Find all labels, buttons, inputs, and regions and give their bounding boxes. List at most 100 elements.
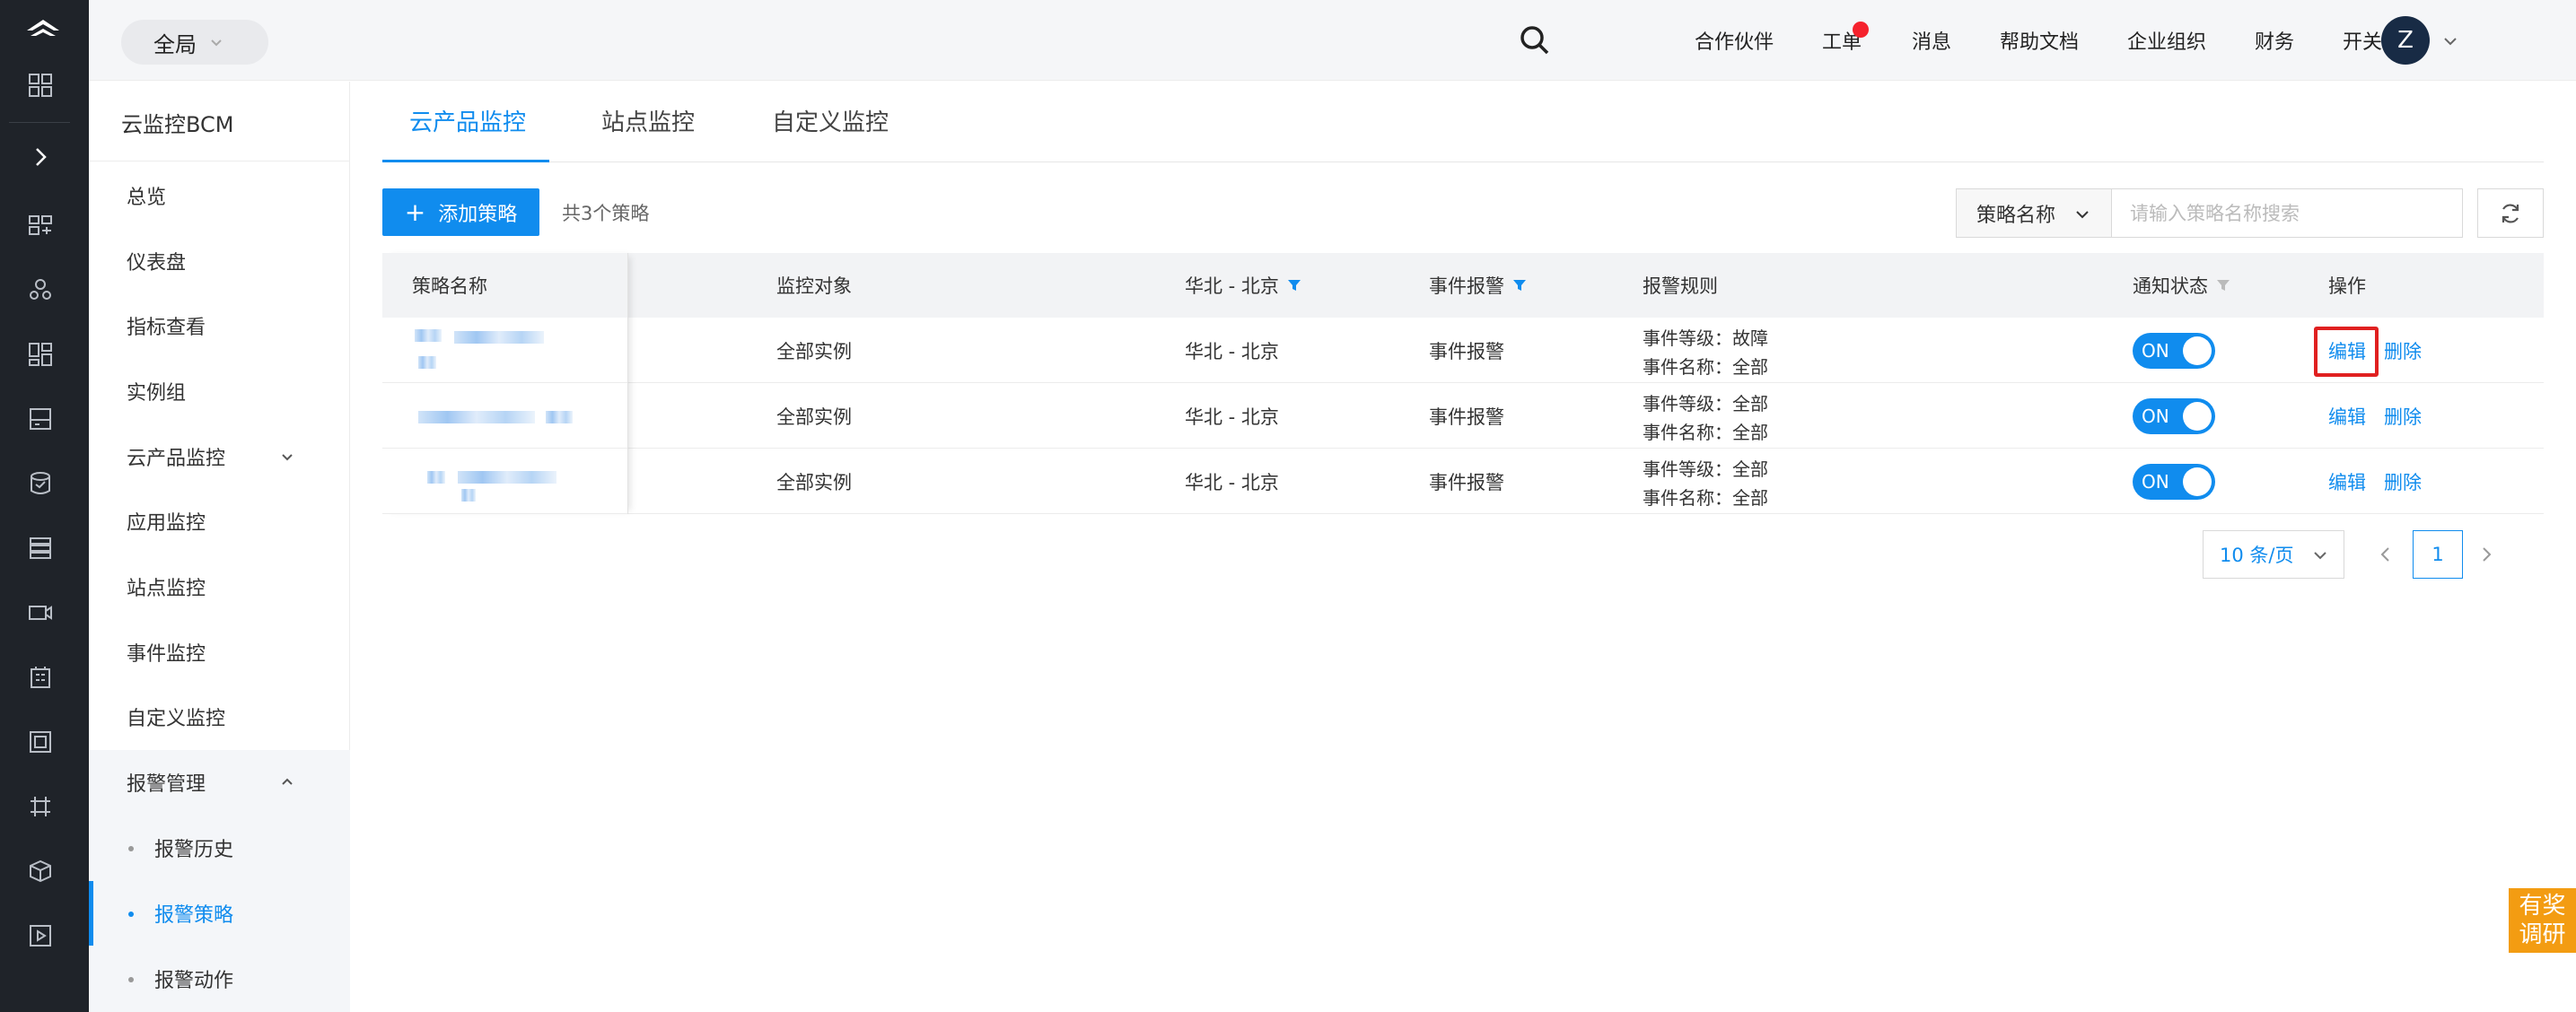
rule-name: 事件名称：全部 [1643, 422, 1768, 443]
col-alarm-type[interactable]: 事件报警 [1429, 253, 1528, 318]
edit-link[interactable]: 编辑 [2328, 384, 2366, 449]
box-icon[interactable] [27, 858, 54, 885]
col-region[interactable]: 华北 - 北京 [1185, 253, 1302, 318]
col-actions: 操作 [2328, 275, 2366, 297]
notify-toggle[interactable]: ON [2133, 333, 2215, 369]
nav-partners[interactable]: 合作伙伴 [1695, 0, 1774, 81]
nav-organization[interactable]: 企业组织 [2127, 0, 2206, 81]
bullet-dot [128, 846, 134, 851]
col-notify-status[interactable]: 通知状态 [2133, 253, 2231, 318]
product-title: 云监控BCM [121, 112, 234, 137]
global-rail [0, 0, 89, 1012]
chevron-down-icon[interactable] [2441, 32, 2459, 50]
col-rule: 报警规则 [1643, 275, 1718, 297]
scope-selector[interactable]: 全局 [121, 20, 268, 65]
toggle-knob [2183, 402, 2212, 431]
sidebar-item-label: 报警管理 [127, 773, 206, 796]
sidebar-item-alarm-policy[interactable]: 报警策略 [89, 881, 350, 946]
toggle-knob [2183, 467, 2212, 496]
sidebar-item-label: 云产品监控 [127, 448, 226, 470]
select-value: 策略名称 [1976, 204, 2056, 227]
message-badge [1853, 22, 1869, 38]
delete-link[interactable]: 删除 [2384, 318, 2422, 383]
play-icon[interactable] [27, 922, 54, 949]
rule-level: 事件等级：全部 [1643, 458, 1768, 480]
chevron-left-icon[interactable] [2377, 544, 2395, 565]
network-icon[interactable] [27, 793, 54, 820]
tab-site-monitor[interactable]: 站点监控 [601, 104, 695, 137]
active-tab-indicator [382, 160, 549, 162]
survey-line-1: 有奖 [2519, 893, 2566, 920]
cell-target: 全部实例 [776, 472, 852, 493]
add-policy-button[interactable]: + 添加策略 [382, 188, 539, 236]
apps-grid-icon[interactable] [27, 72, 54, 99]
tab-custom-monitor[interactable]: 自定义监控 [772, 104, 889, 137]
cell-region: 华北 - 北京 [1185, 472, 1279, 493]
toggle-knob [2183, 336, 2212, 365]
rule-name: 事件名称：全部 [1643, 487, 1768, 509]
sidebar-item-alarm-history[interactable]: 报警历史 [89, 816, 350, 880]
sidebar-item-overview[interactable]: 总览 [89, 163, 350, 228]
monitor-icon[interactable] [27, 212, 54, 239]
rule-level: 事件等级：故障 [1643, 327, 1768, 349]
frame-icon[interactable] [27, 728, 54, 755]
rule-level: 事件等级：全部 [1643, 393, 1768, 414]
dashboard-icon[interactable] [27, 341, 54, 368]
survey-line-2: 调研 [2519, 921, 2566, 948]
nav-tickets[interactable]: 工单 [1822, 0, 1862, 81]
sidebar-item-custom-monitor[interactable]: 自定义监控 [89, 685, 350, 749]
refresh-icon [2502, 204, 2519, 222]
list-icon[interactable] [27, 535, 54, 562]
sidebar-item-label: 报警历史 [154, 839, 234, 861]
table-row: 全部实例 华北 - 北京 事件报警 事件等级：全部 事件名称：全部 ON 编辑 删… [382, 384, 2544, 449]
storage-icon[interactable] [27, 406, 54, 432]
filter-icon[interactable] [1511, 277, 1528, 293]
col-label: 通知状态 [2133, 275, 2208, 297]
video-icon[interactable] [27, 599, 54, 626]
nav-messages[interactable]: 消息 [1912, 0, 1951, 81]
page-number[interactable]: 1 [2413, 530, 2463, 579]
sidebar-item-metrics[interactable]: 指标查看 [89, 293, 350, 358]
sidebar-item-label: 报警策略 [154, 904, 234, 927]
expand-arrow-icon[interactable] [27, 144, 54, 170]
team-icon[interactable] [27, 276, 54, 303]
sidebar-item-cloud-product[interactable]: 云产品监控 [89, 424, 350, 489]
sidebar-item-instance-group[interactable]: 实例组 [89, 359, 350, 423]
sidebar-item-site-monitor[interactable]: 站点监控 [89, 554, 350, 619]
delete-link[interactable]: 删除 [2384, 449, 2422, 514]
delete-link[interactable]: 删除 [2384, 384, 2422, 449]
search-icon[interactable] [1517, 22, 1553, 58]
col-target: 监控对象 [776, 275, 852, 297]
col-label: 事件报警 [1429, 275, 1504, 297]
page-size-select[interactable]: 10 条/页 [2203, 530, 2344, 579]
sidebar-item-event-monitor[interactable]: 事件监控 [89, 620, 350, 685]
chevron-right-icon[interactable] [2477, 544, 2495, 565]
filter-icon[interactable] [1286, 277, 1302, 293]
rule-name: 事件名称：全部 [1643, 356, 1768, 378]
search-input[interactable] [2111, 188, 2463, 238]
notify-toggle[interactable]: ON [2133, 464, 2215, 500]
sidebar-item-alarm-management[interactable]: 报警管理 [89, 750, 350, 815]
sidebar-item-alarm-action[interactable]: 报警动作 [89, 947, 350, 1011]
edit-link[interactable]: 编辑 [2328, 449, 2366, 514]
building-icon[interactable] [27, 664, 54, 691]
filter-icon[interactable] [2215, 277, 2231, 293]
chevron-down-icon [2076, 211, 2089, 219]
plus-icon: + [404, 196, 426, 227]
logo-icon[interactable] [23, 16, 63, 43]
survey-badge[interactable]: 有奖 调研 [2509, 888, 2576, 953]
sidebar-group-alarm: 报警管理 报警历史 报警策略 报警动作 [89, 750, 350, 1012]
policy-count: 共3个策略 [562, 203, 650, 224]
avatar[interactable]: Z [2381, 16, 2430, 65]
nav-finance[interactable]: 财务 [2255, 0, 2294, 81]
notify-toggle[interactable]: ON [2133, 398, 2215, 434]
chevron-down-icon [282, 454, 293, 461]
database-icon[interactable] [27, 470, 54, 497]
sidebar-item-dashboard[interactable]: 仪表盘 [89, 229, 350, 293]
search-field-select[interactable]: 策略名称 [1956, 188, 2112, 238]
cell-region: 华北 - 北京 [1185, 341, 1279, 362]
sidebar-item-app-monitor[interactable]: 应用监控 [89, 489, 350, 554]
tab-cloud-product[interactable]: 云产品监控 [409, 104, 526, 137]
nav-help-docs[interactable]: 帮助文档 [2000, 0, 2079, 81]
refresh-button[interactable] [2477, 188, 2544, 238]
